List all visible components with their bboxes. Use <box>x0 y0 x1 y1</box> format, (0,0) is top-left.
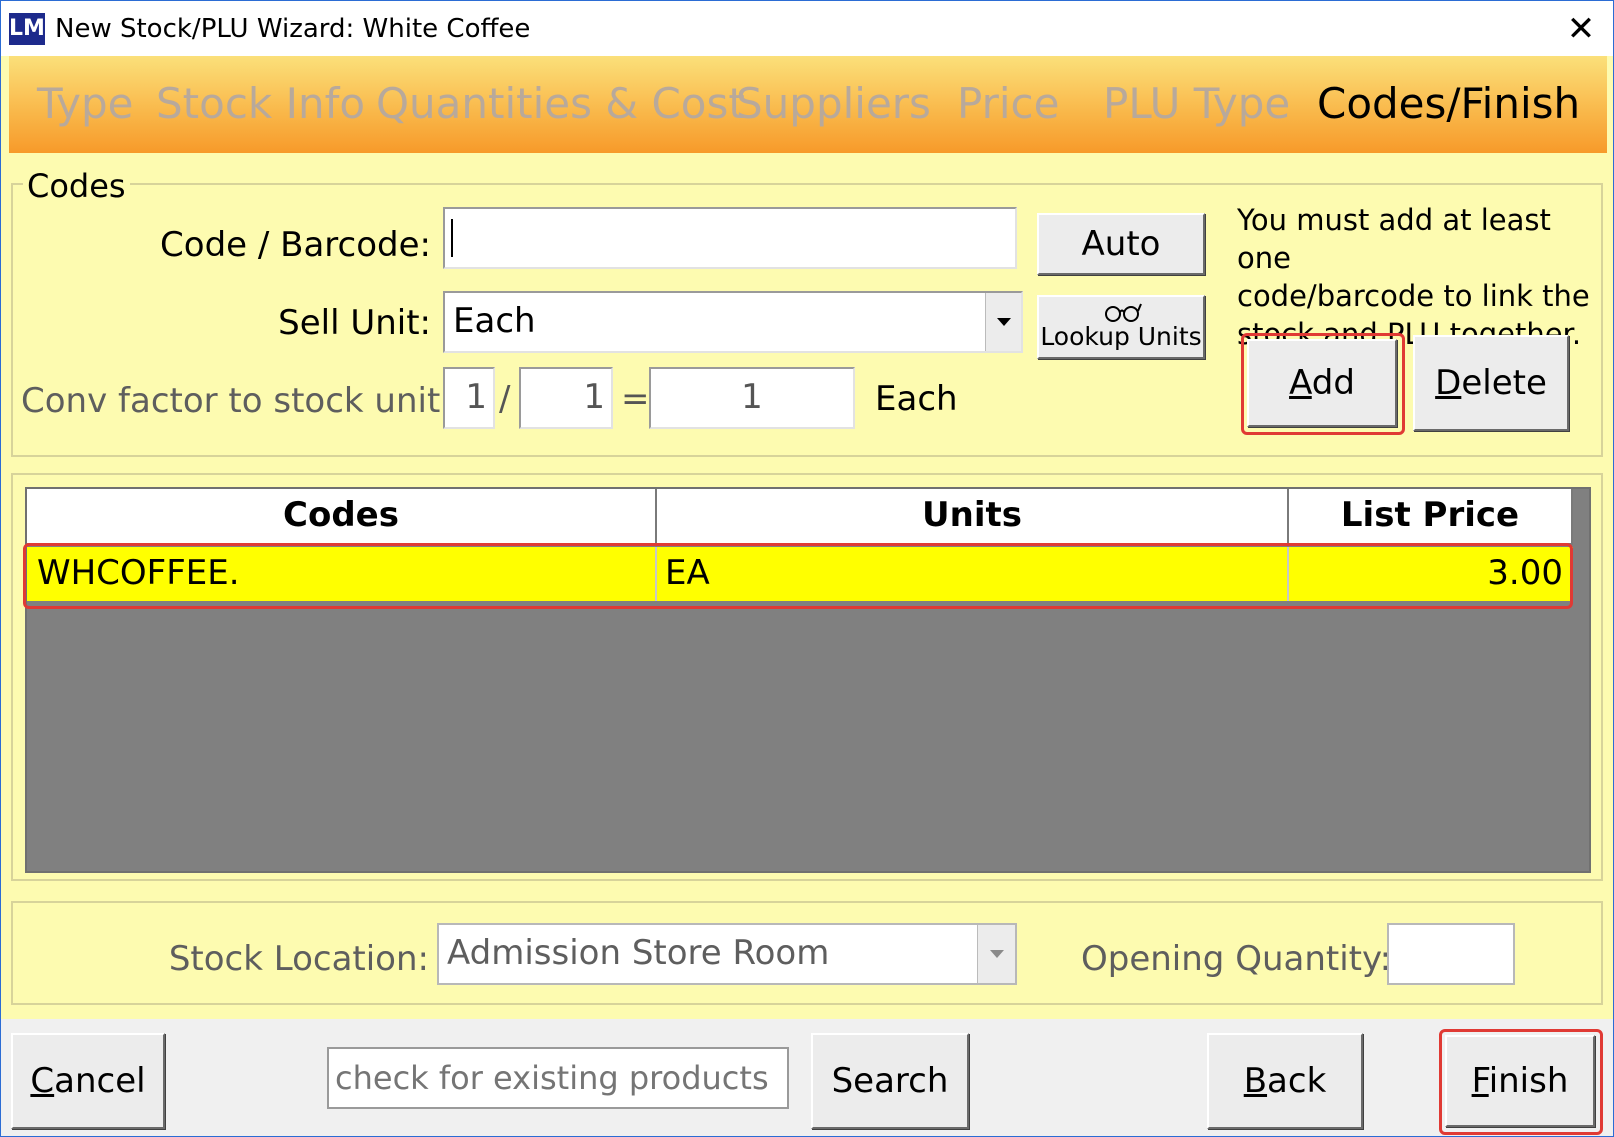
chevron-down-icon <box>997 318 1011 326</box>
back-button[interactable]: Back <box>1207 1033 1363 1129</box>
auto-button[interactable]: Auto <box>1037 213 1205 275</box>
stock-location-select[interactable]: Admission Store Room <box>437 923 1017 985</box>
codes-note: You must add at least one code/barcode t… <box>1237 201 1613 353</box>
step-plu-type[interactable]: PLU Type <box>1103 76 1290 132</box>
stock-location-label: Stock Location: <box>168 939 429 979</box>
cancel-label-rest: ancel <box>54 1061 146 1101</box>
step-type[interactable]: Type <box>37 76 133 132</box>
codes-note-line-1: You must add at least one <box>1237 203 1551 275</box>
delete-label-rest: elete <box>1461 363 1547 403</box>
wizard-window: LM New Stock/PLU Wizard: White Coffee ✕ … <box>0 0 1614 1137</box>
conv-denominator-value: 1 <box>583 377 605 417</box>
sell-unit-dropdown-button[interactable] <box>985 293 1021 351</box>
wizard-steps: Type Stock Info Quantities & Cost Suppli… <box>9 56 1607 153</box>
codes-group-title: Codes <box>23 166 130 206</box>
opening-quantity-label: Opening Quantity: <box>1081 939 1392 979</box>
add-button[interactable]: Add <box>1247 339 1397 427</box>
back-label-rest: ack <box>1267 1061 1327 1101</box>
stock-location-value: Admission Store Room <box>447 933 830 973</box>
lookup-units-label: Lookup Units <box>1040 322 1202 351</box>
step-codes-finish[interactable]: Codes/Finish <box>1317 76 1580 132</box>
sell-unit-select[interactable]: Each <box>443 291 1023 353</box>
column-header-codes[interactable]: Codes <box>27 489 657 545</box>
add-label-rest: dd <box>1311 363 1355 403</box>
code-barcode-input[interactable] <box>443 207 1017 269</box>
search-products-input[interactable] <box>327 1047 789 1109</box>
add-accel: A <box>1289 363 1312 403</box>
sell-unit-value: Each <box>453 301 536 341</box>
glasses-icon <box>1105 303 1142 322</box>
finish-label-rest: inish <box>1488 1061 1569 1101</box>
window-title: New Stock/PLU Wizard: White Coffee <box>55 14 531 44</box>
cancel-button[interactable]: Cancel <box>11 1033 165 1129</box>
close-icon[interactable]: ✕ <box>1561 9 1601 49</box>
sell-unit-label: Sell Unit: <box>278 303 431 343</box>
back-accel: B <box>1243 1061 1268 1101</box>
finish-accel: F <box>1471 1061 1489 1101</box>
conv-numerator-input[interactable]: 1 <box>443 367 495 429</box>
app-icon: LM <box>9 13 45 45</box>
conv-factor-label: Conv factor to stock unit: <box>21 381 452 421</box>
stock-location-dropdown-button[interactable] <box>977 925 1015 983</box>
opening-quantity-input[interactable] <box>1387 923 1515 985</box>
lookup-units-button[interactable]: Lookup Units <box>1037 295 1205 359</box>
column-header-units[interactable]: Units <box>657 489 1289 545</box>
conv-slash: / <box>499 379 511 419</box>
selected-row-highlight <box>23 543 1573 609</box>
code-barcode-label: Code / Barcode: <box>160 225 431 265</box>
conv-equals: = <box>621 379 650 419</box>
column-header-list-price[interactable]: List Price <box>1289 489 1573 545</box>
conv-result-value: 1 <box>741 377 763 417</box>
conv-denominator-input[interactable]: 1 <box>519 367 613 429</box>
conv-result-input[interactable]: 1 <box>649 367 855 429</box>
step-stock-info[interactable]: Stock Info <box>156 76 365 132</box>
codes-note-line-2: code/barcode to link the <box>1237 279 1590 313</box>
conv-numerator-value: 1 <box>465 377 487 417</box>
step-quantities-cost[interactable]: Quantities & Cost <box>376 76 745 132</box>
step-suppliers[interactable]: Suppliers <box>736 76 931 132</box>
delete-accel: D <box>1435 363 1462 403</box>
chevron-down-icon <box>990 950 1004 958</box>
cancel-accel: C <box>30 1061 55 1101</box>
finish-button[interactable]: Finish <box>1445 1035 1595 1127</box>
conv-unit-label: Each <box>875 379 958 419</box>
footer-bar <box>1 1019 1613 1136</box>
step-price[interactable]: Price <box>957 76 1059 132</box>
search-button[interactable]: Search <box>811 1033 969 1129</box>
title-bar: LM New Stock/PLU Wizard: White Coffee ✕ <box>1 1 1613 56</box>
delete-button[interactable]: Delete <box>1413 335 1569 431</box>
text-cursor <box>451 219 453 257</box>
